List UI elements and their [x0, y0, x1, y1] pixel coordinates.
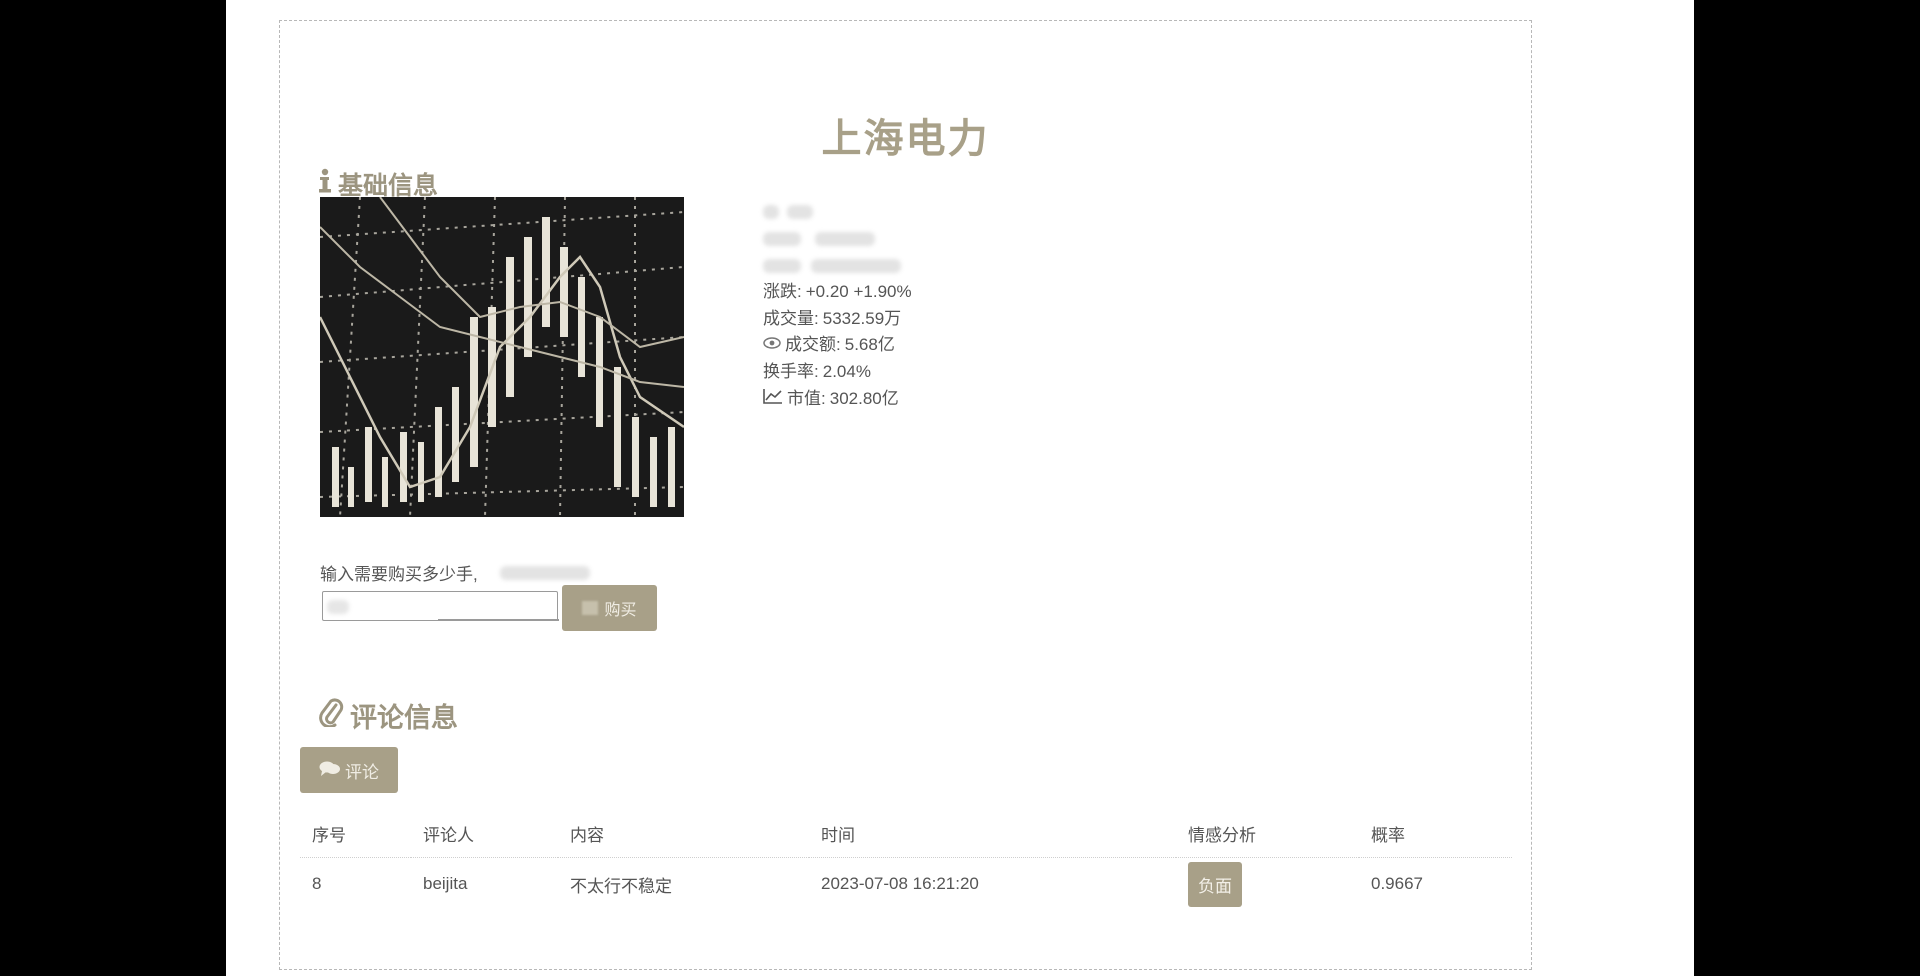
info-row-blurred-2 [763, 226, 912, 253]
info-row-change: 涨跌: +0.20 +1.90% [763, 279, 912, 306]
info-row-blurred-1 [763, 199, 912, 226]
header-sentiment: 情感分析 [1176, 809, 1359, 858]
amount-label: 成交额: [785, 335, 841, 355]
blurred-text [763, 205, 779, 220]
blurred-text [815, 232, 875, 247]
buy-quantity-input[interactable] [322, 591, 559, 621]
paperclip-icon [318, 697, 344, 734]
cell-id: 8 [312, 874, 322, 893]
buy-button[interactable]: 购买 [562, 585, 657, 631]
info-row-turnover: 换手率: 2.04% [763, 359, 912, 386]
info-icon [318, 168, 332, 201]
market-cap-value: 302.80亿 [829, 388, 899, 408]
blurred-text [763, 232, 801, 247]
cell-time: 2023-07-08 16:21:20 [821, 874, 979, 893]
sentiment-badge: 负面 [1188, 861, 1242, 907]
stock-chart-image [320, 197, 684, 517]
stock-title: 上海电力 [821, 117, 990, 161]
info-row-amount: 成交额: 5.68亿 [763, 332, 912, 359]
section-comment-info-label: 评论信息 [350, 703, 458, 733]
comment-button-label: 评论 [345, 762, 379, 782]
cell-probability: 0.9667 [1371, 874, 1423, 893]
comments-table-header: 序号 评论人 内容 时间 情感分析 概率 [300, 809, 1512, 858]
blurred-text [787, 205, 813, 220]
input-underline [438, 619, 559, 621]
market-cap-label: 市值: [787, 388, 826, 408]
header-probability: 概率 [1359, 809, 1512, 858]
buy-button-label: 购买 [604, 602, 637, 619]
amount-value: 5.68亿 [844, 335, 895, 355]
turnover-value: 2.04% [822, 362, 871, 382]
stock-detail-panel: 上海电力 基础信息 涨跌: +0.20 +1.90% 成交量: 5332.59万… [279, 20, 1532, 970]
comment-button[interactable]: 评论 [300, 747, 398, 793]
page-viewport: 上海电力 基础信息 涨跌: +0.20 +1.90% 成交量: 5332.59万… [226, 0, 1694, 976]
volume-label: 成交量: [763, 308, 819, 328]
blurred-placeholder [327, 600, 349, 614]
info-row-volume: 成交量: 5332.59万 [763, 306, 912, 333]
cell-content: 不太行不稳定 [570, 876, 672, 896]
line-chart-icon [763, 386, 783, 413]
cell-author: beijita [423, 874, 468, 893]
cart-icon [582, 601, 599, 615]
change-label: 涨跌: [763, 282, 802, 302]
info-row-market-cap: 市值: 302.80亿 [763, 386, 912, 413]
buy-prompt: 输入需要购买多少手, [320, 560, 590, 585]
cell-sentiment: 负面 [1176, 858, 1359, 911]
volume-value: 5332.59万 [822, 308, 902, 328]
turnover-label: 换手率: [763, 362, 819, 382]
comments-table: 序号 评论人 内容 时间 情感分析 概率 8 beijita 不太行不稳定 20… [300, 809, 1512, 910]
stock-chart-graphic [320, 197, 684, 517]
header-time: 时间 [809, 809, 1176, 858]
change-value: +0.20 +1.90% [805, 282, 912, 302]
header-id: 序号 [300, 809, 411, 858]
blurred-text [811, 258, 901, 273]
header-content: 内容 [558, 809, 809, 858]
info-row-blurred-3 [763, 252, 912, 279]
buy-prompt-text: 输入需要购买多少手, [320, 565, 478, 584]
section-comment-info: 评论信息 [318, 696, 458, 735]
blurred-text [763, 258, 801, 273]
blurred-text [499, 565, 590, 580]
comments-icon [319, 759, 341, 782]
table-row: 8 beijita 不太行不稳定 2023-07-08 16:21:20 负面 … [300, 858, 1512, 911]
eye-icon [763, 332, 781, 359]
header-author: 评论人 [411, 809, 558, 858]
stock-info-list: 涨跌: +0.20 +1.90% 成交量: 5332.59万 成交额: 5.68… [763, 199, 912, 413]
